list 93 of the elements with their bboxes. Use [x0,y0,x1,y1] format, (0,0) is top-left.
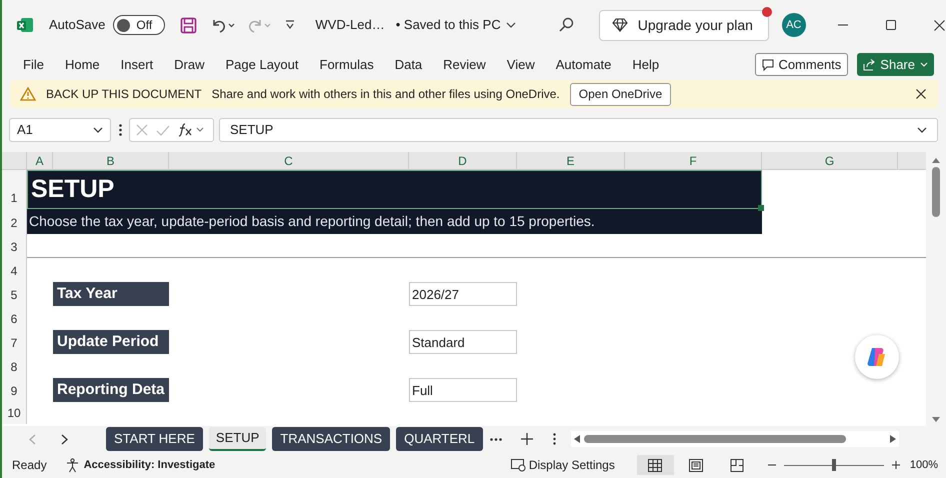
column-header[interactable]: F [625,152,762,170]
scroll-right-icon[interactable] [890,435,896,443]
ribbon-tab[interactable]: Draw [174,54,204,74]
ribbon-tab[interactable]: Home [64,54,100,74]
row-header[interactable]: 5 [2,282,27,306]
add-sheet-icon[interactable] [520,433,533,445]
maximize-icon[interactable] [886,20,896,30]
ribbon-tab[interactable]: Insert [120,54,154,74]
status-text: Ready [12,457,47,474]
chevron-down-icon [93,127,103,133]
minimize-icon[interactable] [838,24,848,26]
ribbon-tab[interactable]: Automate [556,54,612,74]
upgrade-button[interactable]: Upgrade your plan [598,10,769,40]
ribbon-tab[interactable]: Page Layout [226,54,299,74]
save-status[interactable]: • Saved to this PC [396,15,516,35]
warning-icon [20,87,36,101]
expand-formula-icon[interactable] [917,127,927,133]
formula-field[interactable]: SETUP [219,118,938,142]
row-header[interactable]: 8 [2,354,27,378]
accessibility-icon[interactable] [64,458,80,472]
copilot-button[interactable] [855,335,899,379]
display-settings-icon[interactable] [510,458,526,472]
row-header[interactable]: 1 [2,170,27,209]
row-header[interactable]: 10 [2,402,27,424]
column-header[interactable]: B [53,152,169,170]
column-header[interactable]: A [27,152,53,170]
ribbon-tab[interactable]: File [23,54,44,74]
close-icon[interactable] [934,20,945,30]
more-sheets-icon[interactable] [490,438,502,440]
chevron-down-icon [506,22,516,28]
sheet-title: SETUP [27,170,762,209]
ribbon-tab[interactable]: Data [394,54,422,74]
value-field[interactable]: Standard [409,330,517,354]
search-icon[interactable] [558,17,574,33]
sheet-options-icon[interactable] [552,433,556,445]
next-sheet-icon[interactable] [61,434,68,444]
normal-view-icon[interactable] [636,455,674,475]
zoom-in-icon[interactable] [892,461,900,469]
sheet-tab[interactable]: TRANSACTIONS [272,427,390,451]
accessibility-status[interactable]: Accessibility: Investigate [84,456,216,474]
ribbon-tab[interactable]: Review [443,54,486,74]
ribbon-tab[interactable]: Help [632,54,660,74]
scroll-up-icon[interactable] [932,157,940,163]
sheet-tab[interactable]: SETUP [208,427,266,451]
row-header[interactable]: 3 [2,234,27,258]
share-button[interactable]: Share [857,53,934,76]
save-icon[interactable] [180,16,198,34]
close-icon[interactable] [916,89,926,99]
customize-toolbar-icon[interactable] [285,20,296,30]
excel-logo-icon [16,16,34,34]
horizontal-scrollbar[interactable] [570,431,899,447]
field-label: Reporting Deta [53,378,169,402]
scroll-left-icon[interactable] [574,435,580,443]
column-header[interactable]: E [517,152,625,170]
comment-icon [762,58,774,70]
insert-function-icon[interactable] [178,123,206,137]
zoom-slider[interactable] [784,459,884,471]
field-label: Tax Year [53,282,169,306]
value-field[interactable]: Full [409,378,517,402]
more-options-icon[interactable] [119,124,122,136]
sheet-tab[interactable]: START HERE [106,427,203,451]
column-header[interactable]: C [169,152,409,170]
copilot-logo-icon [866,346,888,368]
autosave-label: AutoSave [49,16,106,34]
row-header[interactable]: 4 [2,258,27,282]
value-field[interactable]: 2026/27 [409,282,517,306]
row-header[interactable]: 9 [2,378,27,402]
file-name[interactable]: WVD-Led… [315,15,385,35]
open-onedrive-button[interactable]: Open OneDrive [570,82,672,106]
zoom-level[interactable]: 100% [910,456,938,474]
column-header[interactable]: G [762,152,898,170]
message-title: BACK UP THIS DOCUMENT [46,86,202,103]
scroll-down-icon[interactable] [932,417,940,423]
column-header[interactable]: D [409,152,517,170]
field-label: Update Period [53,330,169,354]
row-header[interactable]: 2 [2,209,27,234]
chevron-down-icon [920,62,928,67]
display-settings-button[interactable]: Display Settings [528,456,615,474]
diamond-icon [612,18,628,32]
row-header[interactable]: 6 [2,306,27,330]
message-text: Share and work with others in this and other files using OneDrive. [212,86,560,103]
user-avatar[interactable]: AC [782,13,806,37]
ribbon-tab[interactable]: Formulas [320,54,374,74]
autosave-toggle[interactable]: Off [113,15,166,35]
ribbon-tab[interactable]: View [506,54,535,74]
scrollbar-thumb[interactable] [932,167,940,217]
share-icon [863,58,876,70]
scrollbar-thumb[interactable] [584,435,846,443]
comments-button[interactable]: Comments [755,53,848,76]
name-box[interactable]: A1 [9,118,111,142]
sheet-subtitle: Choose the tax year, update-period basis and reporting detail; then add up to 15 properties. [27,209,762,234]
sheet-tab[interactable]: QUARTERL [396,427,483,451]
row-header[interactable]: 7 [2,330,27,354]
